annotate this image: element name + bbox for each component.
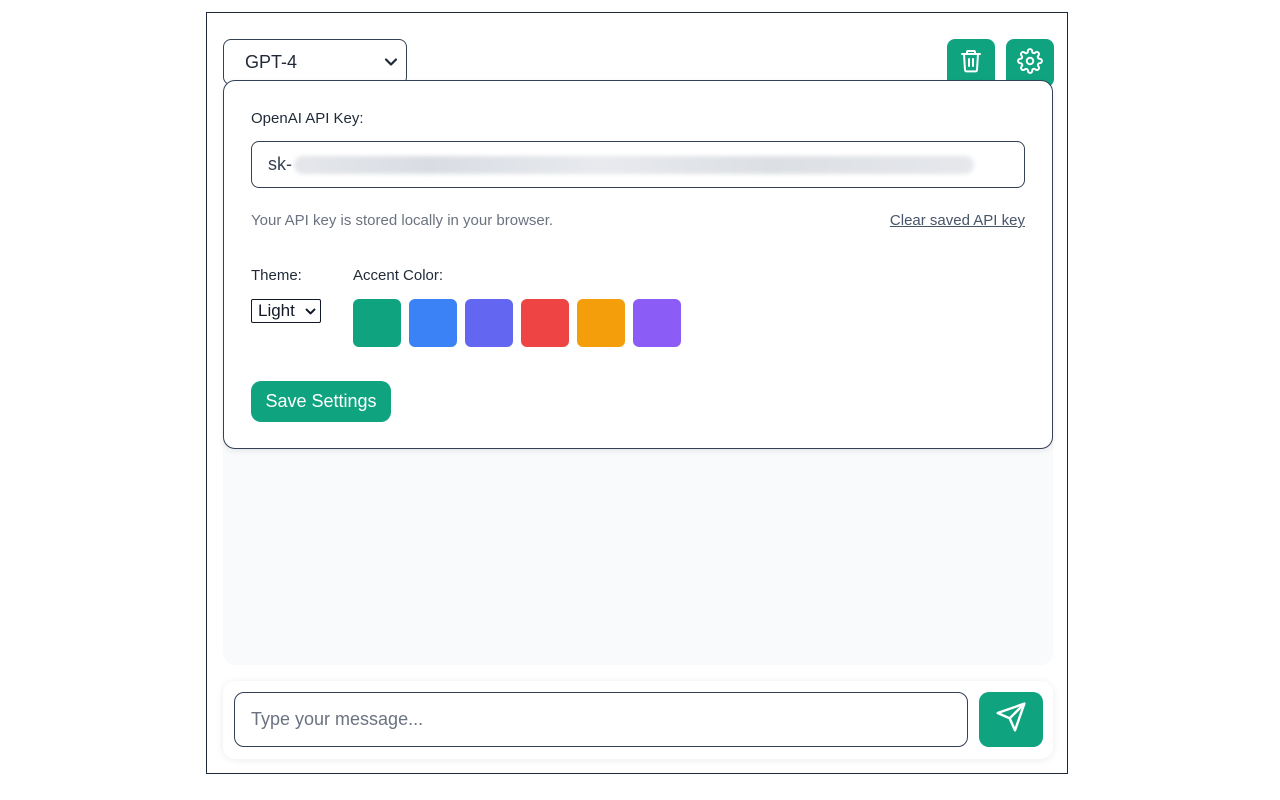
send-icon (995, 701, 1027, 738)
api-key-input[interactable]: sk- (251, 141, 1025, 188)
send-button[interactable] (979, 692, 1043, 747)
gear-icon (1017, 47, 1043, 79)
model-select-value: GPT-4 (245, 51, 298, 72)
accent-color-label: Accent Color: (353, 267, 444, 284)
chevron-down-icon (384, 55, 398, 69)
settings-panel: OpenAI API Key: sk- Your API key is stor… (223, 80, 1053, 449)
accent-swatches (353, 299, 681, 347)
clear-api-key-link[interactable]: Clear saved API key (890, 212, 1025, 229)
chevron-down-icon (305, 306, 316, 317)
accent-swatch-indigo[interactable] (465, 299, 513, 347)
accent-swatch-green[interactable] (353, 299, 401, 347)
app-window: GPT-4 OpenAI API Key: sk- Your API key i… (206, 12, 1068, 774)
accent-swatch-violet[interactable] (633, 299, 681, 347)
message-input[interactable]: Type your message... (234, 692, 968, 747)
save-settings-button[interactable]: Save Settings (251, 381, 391, 422)
api-key-label: OpenAI API Key: (251, 110, 364, 127)
api-key-prefix: sk- (268, 154, 292, 174)
model-select[interactable]: GPT-4 (223, 39, 407, 85)
accent-swatch-amber[interactable] (577, 299, 625, 347)
theme-select-value: Light (258, 301, 295, 320)
trash-icon (960, 49, 982, 78)
storage-hint: Your API key is stored locally in your b… (251, 212, 554, 229)
accent-swatch-blue[interactable] (409, 299, 457, 347)
message-composer: Type your message... (223, 681, 1053, 759)
api-key-redacted (294, 155, 974, 174)
accent-swatch-red[interactable] (521, 299, 569, 347)
theme-label: Theme: (251, 267, 302, 284)
theme-select[interactable]: Light (251, 299, 321, 323)
